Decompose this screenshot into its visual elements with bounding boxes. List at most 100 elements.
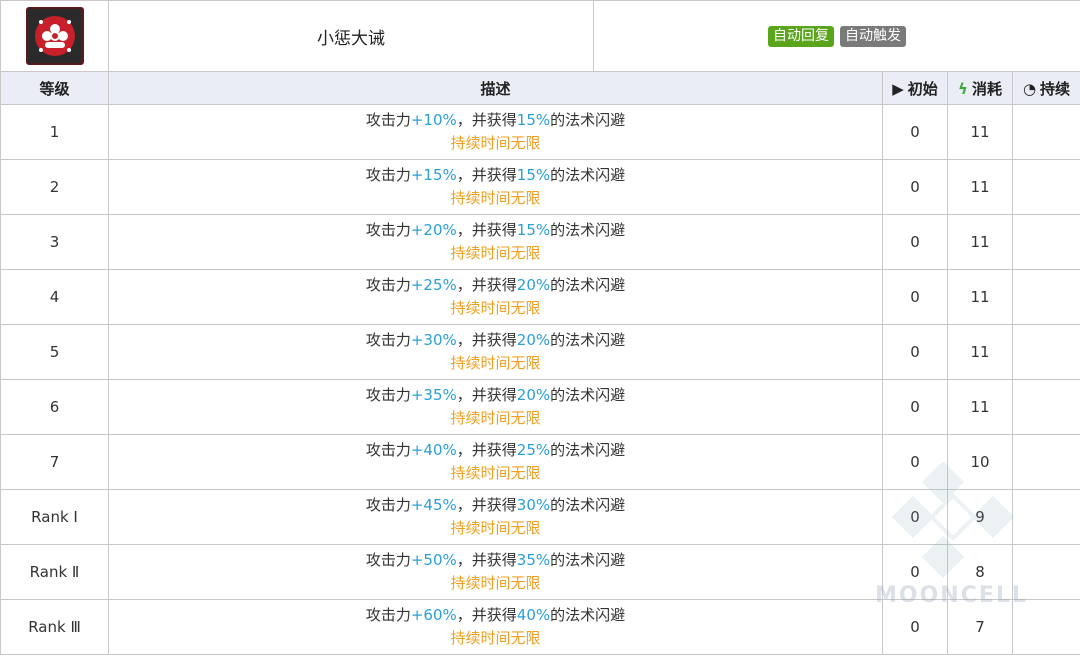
initial-cell: 0 (882, 489, 948, 545)
level-cell: 4 (0, 269, 109, 325)
description-line-2: 持续时间无限 (450, 354, 541, 372)
dodge-value: 25% (516, 441, 551, 459)
desc-prefix: 攻击力 (365, 166, 411, 184)
atk-value: +50% (410, 551, 457, 569)
duration-cell (1012, 269, 1080, 325)
description-cell: 攻击力+60%，并获得40%的法术闪避 持续时间无限 (108, 599, 883, 655)
description-line-2: 持续时间无限 (450, 519, 541, 537)
description-line-2: 持续时间无限 (450, 629, 541, 647)
description-line-1: 攻击力+20%，并获得15%的法术闪避 (109, 219, 882, 242)
description-line-2: 持续时间无限 (450, 409, 541, 427)
dodge-value: 20% (516, 276, 551, 294)
skill-table: 小惩大诫 自动回复 自动触发 等级 描述 ▶ 初始 ϟ 消耗 ◔ 持续 1 攻击力+10%… (0, 0, 1080, 655)
table-row: 5 攻击力+30%，并获得20%的法术闪避 持续时间无限 0 11 (0, 324, 1080, 380)
description-line-2: 持续时间无限 (450, 134, 541, 152)
desc-prefix: 攻击力 (365, 331, 411, 349)
skill-level-rows: 1 攻击力+10%，并获得15%的法术闪避 持续时间无限 0 11 2 攻击力+15%，并获… (0, 104, 1080, 655)
dodge-value: 35% (516, 551, 551, 569)
duration-cell (1012, 104, 1080, 160)
desc-prefix: 攻击力 (365, 441, 411, 459)
desc-middle: ，并获得 (456, 221, 517, 239)
table-row: 3 攻击力+20%，并获得15%的法术闪避 持续时间无限 0 11 (0, 214, 1080, 270)
initial-cell: 0 (882, 214, 948, 270)
description-line-2: 持续时间无限 (450, 189, 541, 207)
table-row: Rank Ⅰ 攻击力+45%，并获得30%的法术闪避持续时间无限 0 9 (0, 489, 1080, 545)
description-line-1: 攻击力+50%，并获得35%的法术闪避 (109, 549, 882, 572)
cost-cell: 9 (947, 489, 1013, 545)
atk-value: +30% (410, 331, 457, 349)
watermark-text: MOONCELL (875, 583, 1028, 608)
level-cell: 3 (0, 214, 109, 270)
desc-suffix: 的法术闪避 (550, 221, 626, 239)
desc-prefix: 攻击力 (365, 221, 411, 239)
desc-suffix: 的法术闪避 (550, 166, 626, 184)
desc-middle: ，并获得 (456, 386, 517, 404)
description-cell: 攻击力+20%，并获得15%的法术闪避 持续时间无限 (108, 214, 883, 270)
column-header-row: 等级 描述 ▶ 初始 ϟ 消耗 ◔ 持续 (0, 71, 1080, 105)
col-duration: ◔ 持续 (1012, 71, 1080, 105)
table-row: 4 攻击力+25%，并获得20%的法术闪避 持续时间无限 0 11 (0, 269, 1080, 325)
col-initial: ▶ 初始 (882, 71, 948, 105)
lightning-icon: ϟ (958, 79, 968, 98)
desc-middle: ，并获得 (456, 166, 517, 184)
desc-middle: ，并获得 (456, 606, 517, 624)
description-line-1: 攻击力+45%，并获得30%的法术闪避 (109, 494, 882, 517)
cost-cell: 11 (947, 214, 1013, 270)
skill-emblem-icon (25, 7, 84, 65)
level-cell: 2 (0, 159, 109, 215)
dodge-value: 20% (516, 386, 551, 404)
initial-cell: 0 (882, 104, 948, 160)
desc-prefix: 攻击力 (365, 111, 411, 129)
atk-value: +10% (410, 111, 457, 129)
description-cell: 攻击力+25%，并获得20%的法术闪避 持续时间无限 (108, 269, 883, 325)
col-level: 等级 (0, 71, 109, 105)
desc-suffix: 的法术闪避 (550, 441, 626, 459)
atk-value: +35% (410, 386, 457, 404)
initial-cell: 0 (882, 434, 948, 490)
table-row: 6 攻击力+35%，并获得20%的法术闪避 持续时间无限 0 11 (0, 379, 1080, 435)
initial-cell: 0 (882, 159, 948, 215)
cost-cell: 10 (947, 434, 1013, 490)
dodge-value: 40% (516, 606, 551, 624)
table-row: 7 攻击力+40%，并获得25%的法术闪避 持续时间无限 0 10 (0, 434, 1080, 490)
atk-value: +45% (410, 496, 457, 514)
tag-auto-trigger: 自动触发 (840, 26, 906, 47)
description-cell: 攻击力+40%，并获得25%的法术闪避 持续时间无限 (108, 434, 883, 490)
description-cell: 攻击力+10%，并获得15%的法术闪避 持续时间无限 (108, 104, 883, 160)
tag-auto-recovery: 自动回复 (768, 26, 834, 47)
level-cell: 6 (0, 379, 109, 435)
desc-middle: ，并获得 (456, 111, 517, 129)
dodge-value: 15% (516, 221, 551, 239)
dodge-value: 30% (516, 496, 551, 514)
duration-cell (1012, 379, 1080, 435)
cost-cell: 11 (947, 269, 1013, 325)
cost-cell: 11 (947, 159, 1013, 215)
desc-middle: ，并获得 (456, 551, 517, 569)
level-cell: 1 (0, 104, 109, 160)
description-line-1: 攻击力+30%，并获得20%的法术闪避 (109, 329, 882, 352)
cost-cell: 11 (947, 104, 1013, 160)
atk-value: +40% (410, 441, 457, 459)
description-cell: 攻击力+30%，并获得20%的法术闪避持续时间无限 (108, 324, 883, 380)
clock-icon: ◔ (1022, 79, 1037, 98)
col-cost-label: 消耗 (971, 79, 1002, 98)
col-duration-label: 持续 (1040, 79, 1071, 98)
desc-middle: ，并获得 (456, 331, 517, 349)
cost-cell: 11 (947, 379, 1013, 435)
initial-cell: 0 (882, 379, 948, 435)
atk-value: +25% (410, 276, 457, 294)
desc-prefix: 攻击力 (365, 276, 411, 294)
desc-prefix: 攻击力 (365, 386, 411, 404)
desc-prefix: 攻击力 (365, 551, 411, 569)
dodge-value: 15% (516, 111, 551, 129)
desc-suffix: 的法术闪避 (550, 496, 626, 514)
duration-cell (1012, 324, 1080, 380)
description-line-2: 持续时间无限 (450, 299, 541, 317)
level-cell: Rank Ⅰ (0, 489, 109, 545)
desc-middle: ，并获得 (456, 441, 517, 459)
desc-suffix: 的法术闪避 (550, 111, 626, 129)
initial-cell: 0 (882, 324, 948, 380)
atk-value: +15% (410, 166, 457, 184)
skill-name: 小惩大诫 (108, 0, 594, 72)
description-line-1: 攻击力+10%，并获得15%的法术闪避 (109, 109, 882, 132)
